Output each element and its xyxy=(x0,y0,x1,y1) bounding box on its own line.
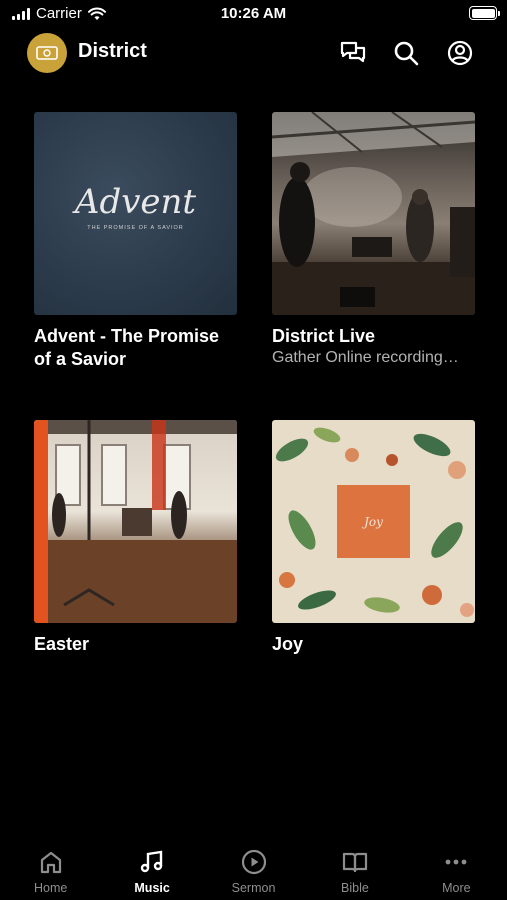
album-cover-joy[interactable]: Joy xyxy=(272,420,475,623)
status-bar: Carrier 10:26 AM xyxy=(0,0,507,30)
chat-icon[interactable] xyxy=(339,39,367,67)
tab-label: Sermon xyxy=(231,881,276,895)
battery-icon xyxy=(469,6,500,20)
app-title: District xyxy=(78,40,147,62)
tab-label: Bible xyxy=(341,881,369,895)
album-title: District Live xyxy=(272,326,376,346)
tab-more[interactable]: More xyxy=(406,840,507,900)
status-time: 10:26 AM xyxy=(220,5,287,22)
album-title: Joy xyxy=(272,634,304,654)
album-title: Easter xyxy=(34,634,90,654)
joy-cover-badge: Joy xyxy=(337,485,410,558)
music-note-icon xyxy=(140,850,163,873)
bottom-tab-bar: Home Music Sermon Bible More xyxy=(0,840,507,900)
more-dots-icon xyxy=(445,859,467,865)
search-icon[interactable] xyxy=(392,39,420,67)
play-circle-icon xyxy=(241,849,266,875)
album-title: Advent - The Promise of a Savior xyxy=(34,326,220,369)
album-card-joy[interactable]: Joy Joy xyxy=(272,420,475,656)
tab-home[interactable]: Home xyxy=(0,840,101,900)
album-card-easter[interactable]: Easter xyxy=(34,420,237,656)
app-header: District xyxy=(0,32,507,74)
cover-subtitle: THE PROMISE OF A SAVIOR xyxy=(87,225,184,231)
album-cover-district-live[interactable] xyxy=(272,112,475,315)
tab-label: More xyxy=(442,881,471,895)
album-cover-easter[interactable] xyxy=(34,420,237,623)
tab-label: Music xyxy=(134,881,170,895)
album-cover-advent[interactable]: Advent THE PROMISE OF A SAVIOR xyxy=(34,112,237,315)
album-subtitle: Gather Online recording… xyxy=(272,349,459,366)
logo-mark-icon xyxy=(36,46,58,60)
account-icon[interactable] xyxy=(446,39,474,67)
album-card-advent[interactable]: Advent THE PROMISE OF A SAVIOR Advent - … xyxy=(34,112,237,371)
tab-music[interactable]: Music xyxy=(101,840,202,900)
district-logo[interactable] xyxy=(27,33,67,73)
concert-stage-image xyxy=(272,112,475,315)
studio-room-image xyxy=(34,420,237,623)
cover-title: Advent xyxy=(74,182,197,222)
home-icon xyxy=(40,851,61,874)
tab-bible[interactable]: Bible xyxy=(304,840,405,900)
tab-sermon[interactable]: Sermon xyxy=(203,840,304,900)
tab-label: Home xyxy=(34,881,68,895)
album-card-district-live[interactable]: District Live Gather Online recording… xyxy=(272,112,475,368)
book-icon xyxy=(342,852,368,873)
